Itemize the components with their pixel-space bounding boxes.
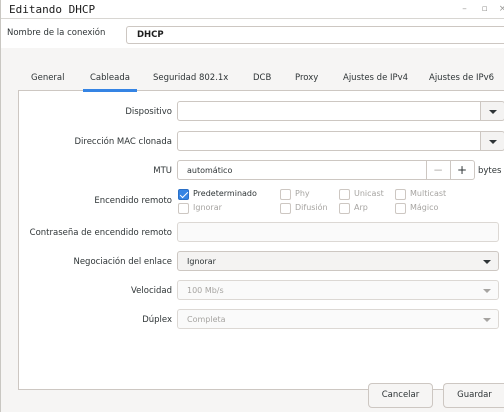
wol-unicast-label: Unicast xyxy=(354,189,384,198)
tab-general[interactable]: General xyxy=(31,73,65,83)
tab-wired[interactable]: Cableada xyxy=(90,73,130,83)
wol-broadcast-label: Difusión xyxy=(295,203,328,212)
wol-magic-label: Mágico xyxy=(410,203,439,212)
chevron-down-icon xyxy=(489,140,497,144)
chevron-down-icon xyxy=(489,110,497,114)
device-label: Dispositivo xyxy=(125,107,172,117)
tab-ipv6-settings[interactable]: Ajustes de IPv6 xyxy=(429,73,494,83)
wol-arp-label: Arp xyxy=(354,203,368,212)
connection-name-input[interactable]: DHCP xyxy=(126,26,504,44)
wol-default-checkbox[interactable] xyxy=(178,189,189,200)
wake-on-lan-label: Encendido remoto xyxy=(94,196,172,206)
cancel-button[interactable]: Cancelar xyxy=(368,383,433,408)
link-negotiation-select[interactable]: Ignorar xyxy=(177,251,499,271)
mtu-unit: bytes xyxy=(478,166,502,176)
chevron-down-icon xyxy=(483,260,491,264)
mtu-increment-button[interactable]: + xyxy=(457,164,467,176)
wol-broadcast-checkbox[interactable] xyxy=(280,203,291,214)
wol-unicast-checkbox[interactable] xyxy=(339,189,350,200)
wol-phy-label: Phy xyxy=(295,189,310,198)
selected-tab-indicator xyxy=(83,89,137,92)
wol-default-label: Predeterminado xyxy=(193,189,257,198)
cloned-mac-combo-entry[interactable] xyxy=(177,131,481,151)
wol-ignore-checkbox[interactable] xyxy=(178,203,189,214)
tab-ipv4-settings[interactable]: Ajustes de IPv4 xyxy=(343,73,408,83)
maximize-icon[interactable]: ▫ xyxy=(479,4,490,15)
chevron-down-icon xyxy=(483,318,491,322)
wol-password-input[interactable] xyxy=(177,222,499,242)
duplex-select[interactable]: Completa xyxy=(177,309,499,329)
connection-name-value: DHCP xyxy=(137,30,164,40)
tab-dcb[interactable]: DCB xyxy=(253,73,271,83)
mtu-value: automático xyxy=(187,166,233,175)
dialog-window: Editando DHCP – ▫ × Nombre de la conexió… xyxy=(0,0,504,412)
wol-ignore-label: Ignorar xyxy=(193,203,222,212)
connection-name-row: Nombre de la conexión DHCP xyxy=(1,19,504,48)
close-icon[interactable]: × xyxy=(497,4,504,15)
duplex-value: Completa xyxy=(187,315,226,324)
link-negotiation-label: Negociación del enlace xyxy=(73,257,172,267)
device-combo-entry[interactable] xyxy=(177,101,481,121)
window-title: Editando DHCP xyxy=(9,3,96,16)
wol-multicast-label: Multicast xyxy=(410,189,447,198)
tab-proxy[interactable]: Proxy xyxy=(295,73,318,83)
wol-magic-checkbox[interactable] xyxy=(395,203,406,214)
mtu-decrement-button[interactable]: − xyxy=(433,164,443,176)
speed-label: Velocidad xyxy=(131,286,172,296)
speed-value: 100 Mb/s xyxy=(187,286,224,295)
wol-arp-checkbox[interactable] xyxy=(339,203,350,214)
wol-password-label: Contraseña de encendido remoto xyxy=(29,228,172,238)
save-button[interactable]: Guardar xyxy=(443,383,504,408)
cloned-mac-dropdown-button[interactable] xyxy=(480,131,504,151)
connection-name-label: Nombre de la conexión xyxy=(7,28,106,38)
minimize-icon[interactable]: – xyxy=(459,4,470,15)
link-negotiation-value: Ignorar xyxy=(187,257,216,266)
chevron-down-icon xyxy=(483,289,491,293)
mtu-spinbutton[interactable]: automático − + xyxy=(177,160,475,180)
cloned-mac-label: Dirección MAC clonada xyxy=(74,137,172,147)
mtu-label: MTU xyxy=(153,166,172,176)
device-dropdown-button[interactable] xyxy=(480,101,504,121)
speed-select[interactable]: 100 Mb/s xyxy=(177,280,499,300)
wol-multicast-checkbox[interactable] xyxy=(395,189,406,200)
tab-8021x-security[interactable]: Seguridad 802.1x xyxy=(153,73,228,83)
wol-phy-checkbox[interactable] xyxy=(280,189,291,200)
title-bar[interactable]: Editando DHCP – ▫ × xyxy=(1,0,504,19)
duplex-label: Dúplex xyxy=(142,315,172,325)
